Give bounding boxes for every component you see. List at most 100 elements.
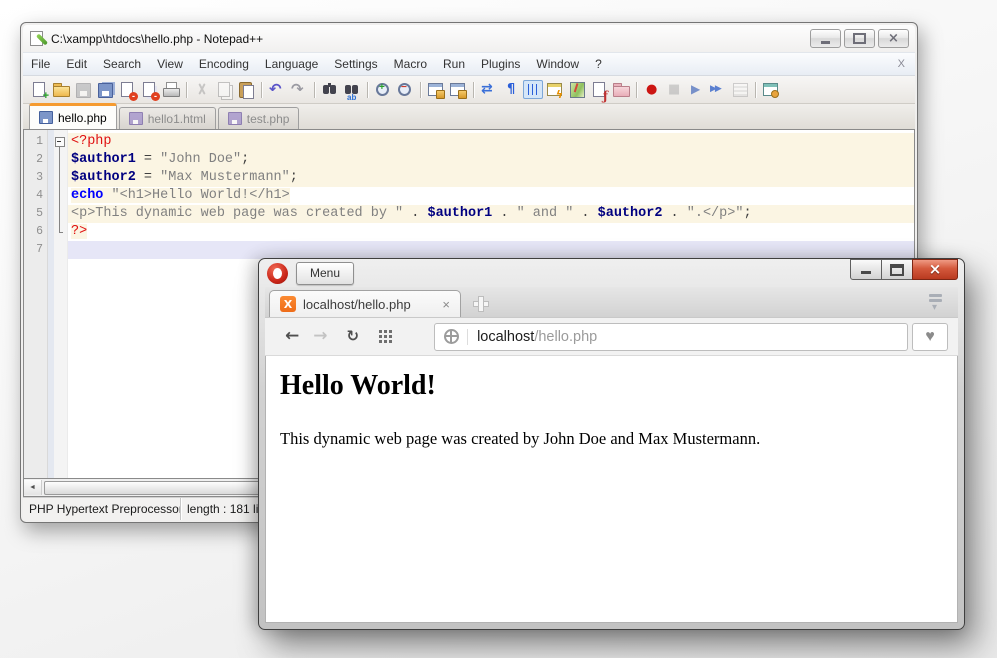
close-icon: [888, 32, 899, 45]
stop-recording-icon[interactable]: [664, 80, 684, 99]
close-all-icon[interactable]: [139, 80, 159, 99]
fold-line: [54, 151, 67, 169]
tab-title: localhost/hello.php: [303, 297, 411, 312]
copy-icon[interactable]: [214, 80, 234, 99]
fold-line: [54, 169, 67, 187]
close-button[interactable]: [878, 29, 909, 48]
redo-icon[interactable]: [289, 80, 309, 99]
preferences-icon[interactable]: [761, 80, 781, 99]
new-file-icon[interactable]: [29, 80, 49, 99]
file-tab[interactable]: hello1.html: [119, 107, 216, 129]
scroll-left-button[interactable]: [24, 480, 42, 495]
maximize-button[interactable]: [881, 259, 913, 280]
menu-item[interactable]: Language: [257, 57, 326, 71]
paste-icon[interactable]: [236, 80, 256, 99]
fold-collapse-icon[interactable]: [54, 133, 67, 151]
reload-button[interactable]: [347, 328, 360, 345]
menu-item[interactable]: ?: [587, 57, 610, 71]
sync-horizontal-scroll-icon[interactable]: [448, 80, 468, 99]
tab-label: hello1.html: [148, 112, 206, 126]
toolbar-separator: [314, 82, 315, 98]
globe-icon: [444, 329, 459, 344]
menu-item[interactable]: Macro: [386, 57, 435, 71]
toolbar-separator: [473, 82, 474, 98]
code-line[interactable]: echo "<h1>Hello World!</h1>: [68, 187, 914, 205]
back-button[interactable]: [285, 328, 299, 345]
toolbar-separator: [367, 82, 368, 98]
code-line[interactable]: $author1 = "John Doe";: [68, 151, 914, 169]
code-line[interactable]: <?php: [68, 133, 914, 151]
undo-icon[interactable]: [267, 80, 287, 99]
folder-as-workspace-icon[interactable]: [611, 80, 631, 99]
cut-icon[interactable]: [192, 80, 212, 99]
print-icon[interactable]: [161, 80, 181, 99]
word-wrap-icon[interactable]: [479, 80, 499, 99]
save-recorded-macro-icon[interactable]: [730, 80, 750, 99]
toolbar-separator: [420, 82, 421, 98]
code-line-current[interactable]: [68, 241, 914, 259]
notepad-app-icon: [29, 31, 44, 46]
zoom-in-icon[interactable]: [373, 80, 393, 99]
close-button[interactable]: [912, 259, 958, 280]
tab-close-icon[interactable]: [442, 297, 450, 312]
line-number: 6: [24, 223, 43, 241]
fold-margin: [54, 130, 68, 478]
replace-icon[interactable]: [342, 80, 362, 99]
opera-menu-button[interactable]: Menu: [296, 262, 354, 285]
speed-dial-icon[interactable]: [379, 330, 392, 343]
playback-macro-icon[interactable]: [686, 80, 706, 99]
toolbar-separator: [636, 82, 637, 98]
menu-item[interactable]: Settings: [326, 57, 385, 71]
menu-item[interactable]: Encoding: [191, 57, 257, 71]
tab-menu-icon[interactable]: [928, 293, 944, 311]
new-tab-button[interactable]: [473, 296, 489, 312]
menu-item[interactable]: Edit: [58, 57, 95, 71]
menu-item[interactable]: View: [149, 57, 191, 71]
document-map-icon[interactable]: [567, 80, 587, 99]
opera-logo-icon[interactable]: [267, 263, 288, 284]
menu-item[interactable]: Run: [435, 57, 473, 71]
menu-item[interactable]: Window: [528, 57, 587, 71]
code-line[interactable]: ?>: [68, 223, 914, 241]
line-number: 3: [24, 169, 43, 187]
menu-items: FileEditSearchViewEncodingLanguageSettin…: [23, 57, 610, 71]
record-macro-icon[interactable]: [642, 80, 662, 99]
file-saved-icon: [39, 111, 53, 124]
zoom-out-icon[interactable]: [395, 80, 415, 99]
opera-caption-buttons: [851, 259, 958, 280]
show-indent-guide-icon[interactable]: [523, 80, 543, 99]
save-all-icon[interactable]: [95, 80, 115, 99]
notepad-titlebar[interactable]: C:\xampp\htdocs\hello.php - Notepad++: [23, 25, 915, 52]
browser-tab[interactable]: localhost/hello.php: [269, 290, 461, 317]
code-line[interactable]: $author2 = "Max Mustermann";: [68, 169, 914, 187]
bookmark-heart-button[interactable]: [912, 323, 948, 351]
show-all-characters-icon[interactable]: [501, 80, 521, 99]
minimize-button[interactable]: [850, 259, 882, 280]
file-tab[interactable]: test.php: [218, 107, 300, 129]
tab-label: hello.php: [58, 111, 107, 125]
close-file-icon[interactable]: [117, 80, 137, 99]
run-macro-multiple-times-icon[interactable]: [708, 80, 728, 99]
sync-vertical-scroll-icon[interactable]: [426, 80, 446, 99]
open-file-icon[interactable]: [51, 80, 71, 99]
menu-item[interactable]: Plugins: [473, 57, 528, 71]
function-completion-icon[interactable]: [545, 80, 565, 99]
find-icon[interactable]: [320, 80, 340, 99]
address-bar[interactable]: localhost/hello.php: [434, 323, 908, 351]
function-list-icon[interactable]: [589, 80, 609, 99]
forward-button[interactable]: [313, 328, 327, 345]
minimize-button[interactable]: [810, 29, 841, 48]
maximize-icon: [853, 33, 866, 44]
save-icon[interactable]: [73, 80, 93, 99]
menu-item[interactable]: File: [23, 57, 58, 71]
file-saved-icon: [228, 112, 242, 125]
rendered-page: Hello World! This dynamic web page was c…: [265, 356, 958, 623]
fold-empty: [54, 241, 67, 259]
maximize-button[interactable]: [844, 29, 875, 48]
file-tab[interactable]: hello.php: [29, 103, 117, 129]
document-close-x[interactable]: X: [888, 58, 915, 70]
opera-titlebar[interactable]: Menu: [265, 259, 958, 287]
code-line[interactable]: <p>This dynamic web page was created by …: [68, 205, 914, 223]
minimize-icon: [821, 41, 830, 44]
menu-item[interactable]: Search: [95, 57, 149, 71]
